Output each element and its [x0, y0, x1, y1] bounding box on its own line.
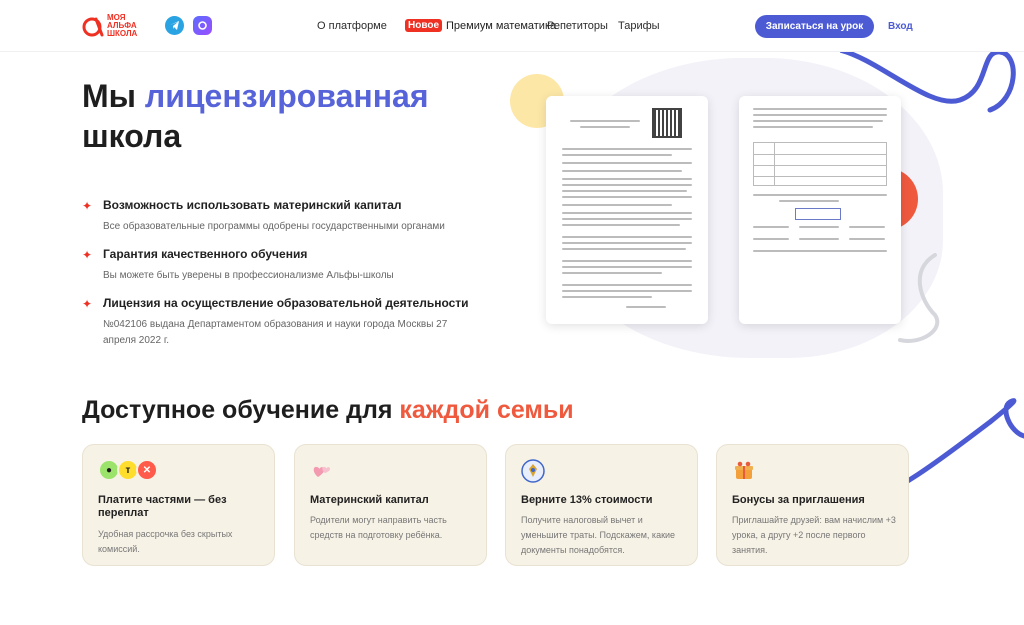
doc-line: [562, 212, 692, 214]
doc-line: [562, 290, 692, 292]
doc-line: [562, 204, 672, 206]
doc-line: [562, 266, 692, 268]
doc-line: [562, 296, 652, 298]
doc-line: [562, 260, 692, 262]
hero-title-part2: школа: [82, 118, 182, 154]
card-title: Материнский капитал: [310, 494, 429, 506]
doc-line: [753, 108, 887, 110]
doc-line: [562, 148, 692, 150]
tax-emblem-graphic: [521, 459, 545, 483]
feature-title: Лицензия на осуществление образовательно…: [103, 296, 469, 310]
nav-premium-math-label: Премиум математика: [446, 19, 557, 32]
doc-line: [753, 114, 887, 116]
telegram-link[interactable]: [165, 16, 184, 35]
license-document-page-2[interactable]: [739, 96, 901, 324]
page: МОЯ АЛЬФА ШКОЛА О платформе Новое Премиу…: [0, 0, 1024, 625]
feature-subtitle: Все образовательные программы одобрены г…: [103, 221, 445, 232]
doc-line: [753, 250, 887, 252]
doc-line: [570, 120, 640, 122]
hero-title: Мы лицензированная школа: [82, 76, 429, 156]
section-title-accent: каждой семьи: [399, 396, 574, 424]
signup-lesson-button[interactable]: Записаться на урок: [755, 15, 874, 38]
doc-line: [562, 170, 682, 172]
card-installments[interactable]: ● т ✕ Платите частями — без переплат Удо…: [82, 444, 275, 566]
sparkle-icon: ✦: [82, 297, 93, 311]
doc-line: [849, 226, 885, 228]
doc-table: [753, 142, 887, 186]
doc-stamp: [795, 208, 841, 220]
doc-line: [753, 238, 789, 240]
sparkle-icon: ✦: [82, 248, 93, 262]
doc-line: [562, 190, 687, 192]
card-text: Родители могут направить часть средств н…: [310, 515, 447, 540]
feature-subtitle: №042106 выдана Департаментом образования…: [103, 319, 448, 346]
doc-line: [753, 120, 883, 122]
card-title: Платите частями — без переплат: [98, 494, 227, 519]
doc-line: [562, 196, 692, 198]
nav-about[interactable]: О платформе: [317, 20, 387, 32]
card-text: Получите налоговый вычет и уменьшите тра…: [521, 515, 676, 555]
card-tax-refund[interactable]: Верните 13% стоимости Получите налоговый…: [505, 444, 698, 566]
card-text: Приглашайте друзей: вам начислим +3 урок…: [732, 515, 896, 555]
nav-tutors[interactable]: Репетиторы: [547, 20, 608, 32]
card-text: Удобная рассрочка без скрытых комиссий.: [98, 529, 233, 554]
gift-bonus-graphic: [735, 461, 753, 479]
card-maternity-capital[interactable]: Материнский капитал Родители могут напра…: [294, 444, 487, 566]
doc-line: [562, 218, 692, 220]
card-title: Бонусы за приглашения: [732, 494, 865, 506]
feature-title: Гарантия качественного обучения: [103, 247, 308, 261]
hero-title-part1: Мы: [82, 78, 145, 114]
card-title: Верните 13% стоимости: [521, 494, 653, 506]
doc-line: [562, 272, 662, 274]
nav-premium-math[interactable]: Новое Премиум математика: [405, 19, 556, 32]
doc-line: [753, 226, 789, 228]
hero-title-accent: лицензированная: [144, 78, 429, 114]
partner-x-icon: ✕: [136, 459, 158, 481]
doc-line: [562, 162, 692, 164]
top-header: МОЯ АЛЬФА ШКОЛА О платформе Новое Премиу…: [0, 0, 1024, 52]
section-title-part1: Доступное обучение для: [82, 396, 400, 424]
max-messenger-icon: [198, 21, 207, 30]
doc-line: [849, 238, 885, 240]
doc-line: [562, 224, 680, 226]
payment-partners-icon: ● т ✕: [98, 459, 158, 485]
doc-line: [799, 238, 839, 240]
doc-line: [562, 236, 692, 238]
qr-code-icon: [652, 108, 682, 138]
login-link[interactable]: Вход: [888, 21, 913, 32]
telegram-icon: [170, 21, 179, 30]
feature-subtitle: Вы можете быть уверены в профессионализм…: [103, 270, 394, 281]
logo-text: МОЯ АЛЬФА ШКОЛА: [107, 13, 138, 38]
doc-line: [626, 306, 666, 308]
doc-line: [562, 242, 692, 244]
doc-line: [562, 154, 672, 156]
doc-line: [753, 126, 873, 128]
doc-line: [562, 184, 692, 186]
sparkle-icon: ✦: [82, 199, 93, 213]
doc-line: [580, 126, 630, 128]
doc-line: [562, 284, 692, 286]
alfa-logo-icon: [82, 17, 104, 37]
doc-line: [562, 248, 686, 250]
new-badge: Новое: [405, 19, 443, 32]
hearts-icon-graphic: [313, 466, 331, 477]
section-title: Доступное обучение для каждой семьи: [82, 396, 574, 425]
license-document-page-1[interactable]: [546, 96, 708, 324]
card-referral-bonus[interactable]: Бонусы за приглашения Приглашайте друзей…: [716, 444, 909, 566]
doc-line: [562, 178, 692, 180]
nav-pricing[interactable]: Тарифы: [618, 20, 660, 32]
max-messenger-link[interactable]: [193, 16, 212, 35]
doc-line: [779, 200, 839, 202]
tax-emblem-icon: [521, 459, 545, 485]
doc-line: [753, 194, 887, 196]
hearts-icon: [310, 459, 334, 485]
feature-title: Возможность использовать материнский кап…: [103, 198, 402, 212]
doc-line: [799, 226, 839, 228]
logo[interactable]: МОЯ АЛЬФА ШКОЛА: [82, 14, 155, 38]
gift-bonus-icon: [732, 459, 756, 485]
